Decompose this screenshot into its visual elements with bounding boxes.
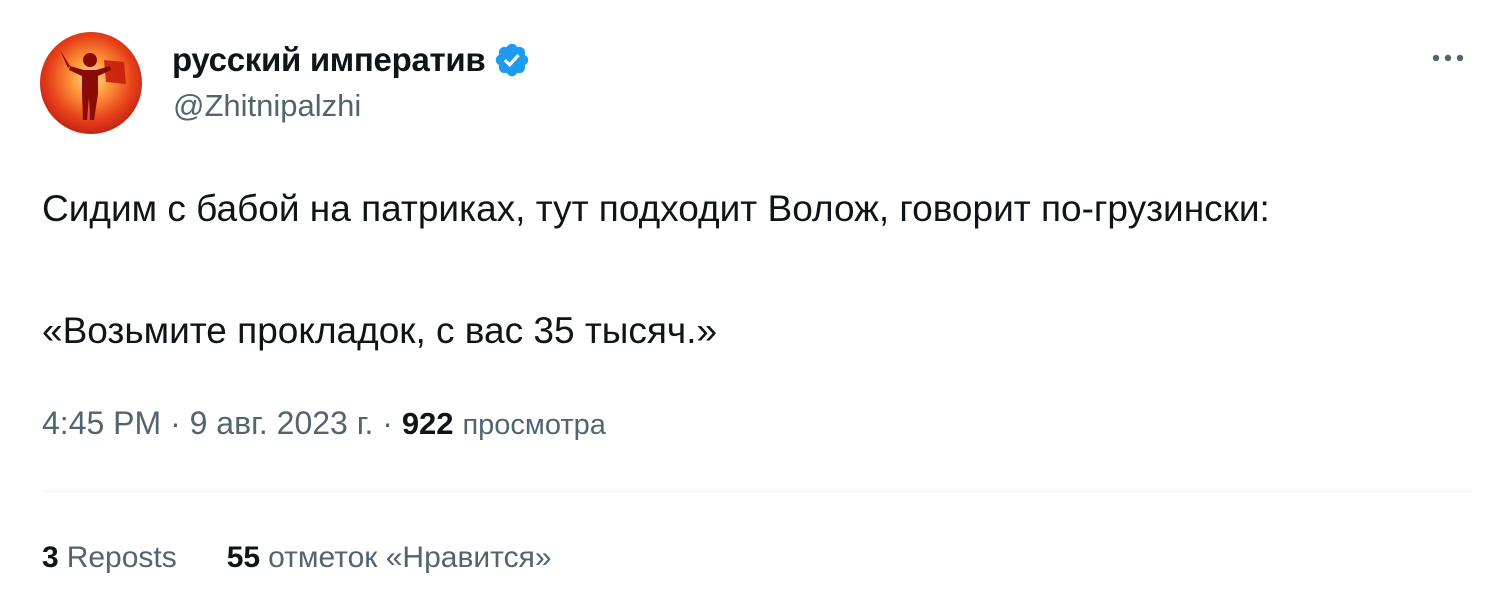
meta-separator: · — [170, 405, 181, 441]
tweet-date[interactable]: 9 авг. 2023 г. — [190, 405, 374, 441]
more-options-button[interactable] — [1426, 36, 1470, 80]
reposts-label: Reposts — [66, 541, 177, 574]
reposts-count: 3 — [42, 541, 59, 574]
author-name-row: русский императив — [172, 38, 531, 82]
likes-link[interactable]: 55 отметок «Нравится» — [227, 541, 552, 575]
engagement-stats: 3 Reposts 55 отметок «Нравится» — [42, 541, 552, 575]
tweet-text-line-1: Сидим с бабой на патриках, тут подходит … — [42, 188, 1270, 229]
author-display-name[interactable]: русский императив — [172, 41, 486, 79]
reposts-link[interactable]: 3 Reposts — [42, 541, 177, 575]
views-label: просмотра — [462, 409, 606, 441]
divider — [42, 491, 1472, 492]
avatar[interactable] — [40, 32, 142, 134]
more-horizontal-icon — [1432, 54, 1464, 62]
meta-separator: · — [382, 405, 393, 441]
likes-label: отметок «Нравится» — [268, 541, 552, 574]
avatar-figure-image — [60, 50, 126, 120]
likes-count: 55 — [226, 541, 261, 574]
author-handle[interactable]: @Zhitnipalzhi — [173, 88, 361, 124]
views-count: 922 — [401, 406, 454, 441]
verified-badge-icon[interactable] — [493, 41, 531, 79]
tweet-meta: 4:45 PM · 9 авг. 2023 г. · 922 просмотра — [42, 405, 606, 442]
tweet-text-line-2: «Возьмите прокладок, с вас 35 тысяч.» — [42, 310, 718, 351]
tweet-time[interactable]: 4:45 PM — [42, 405, 161, 441]
tweet-card: русский императив @Zhitnipalzhi Сидим с … — [0, 0, 1500, 614]
